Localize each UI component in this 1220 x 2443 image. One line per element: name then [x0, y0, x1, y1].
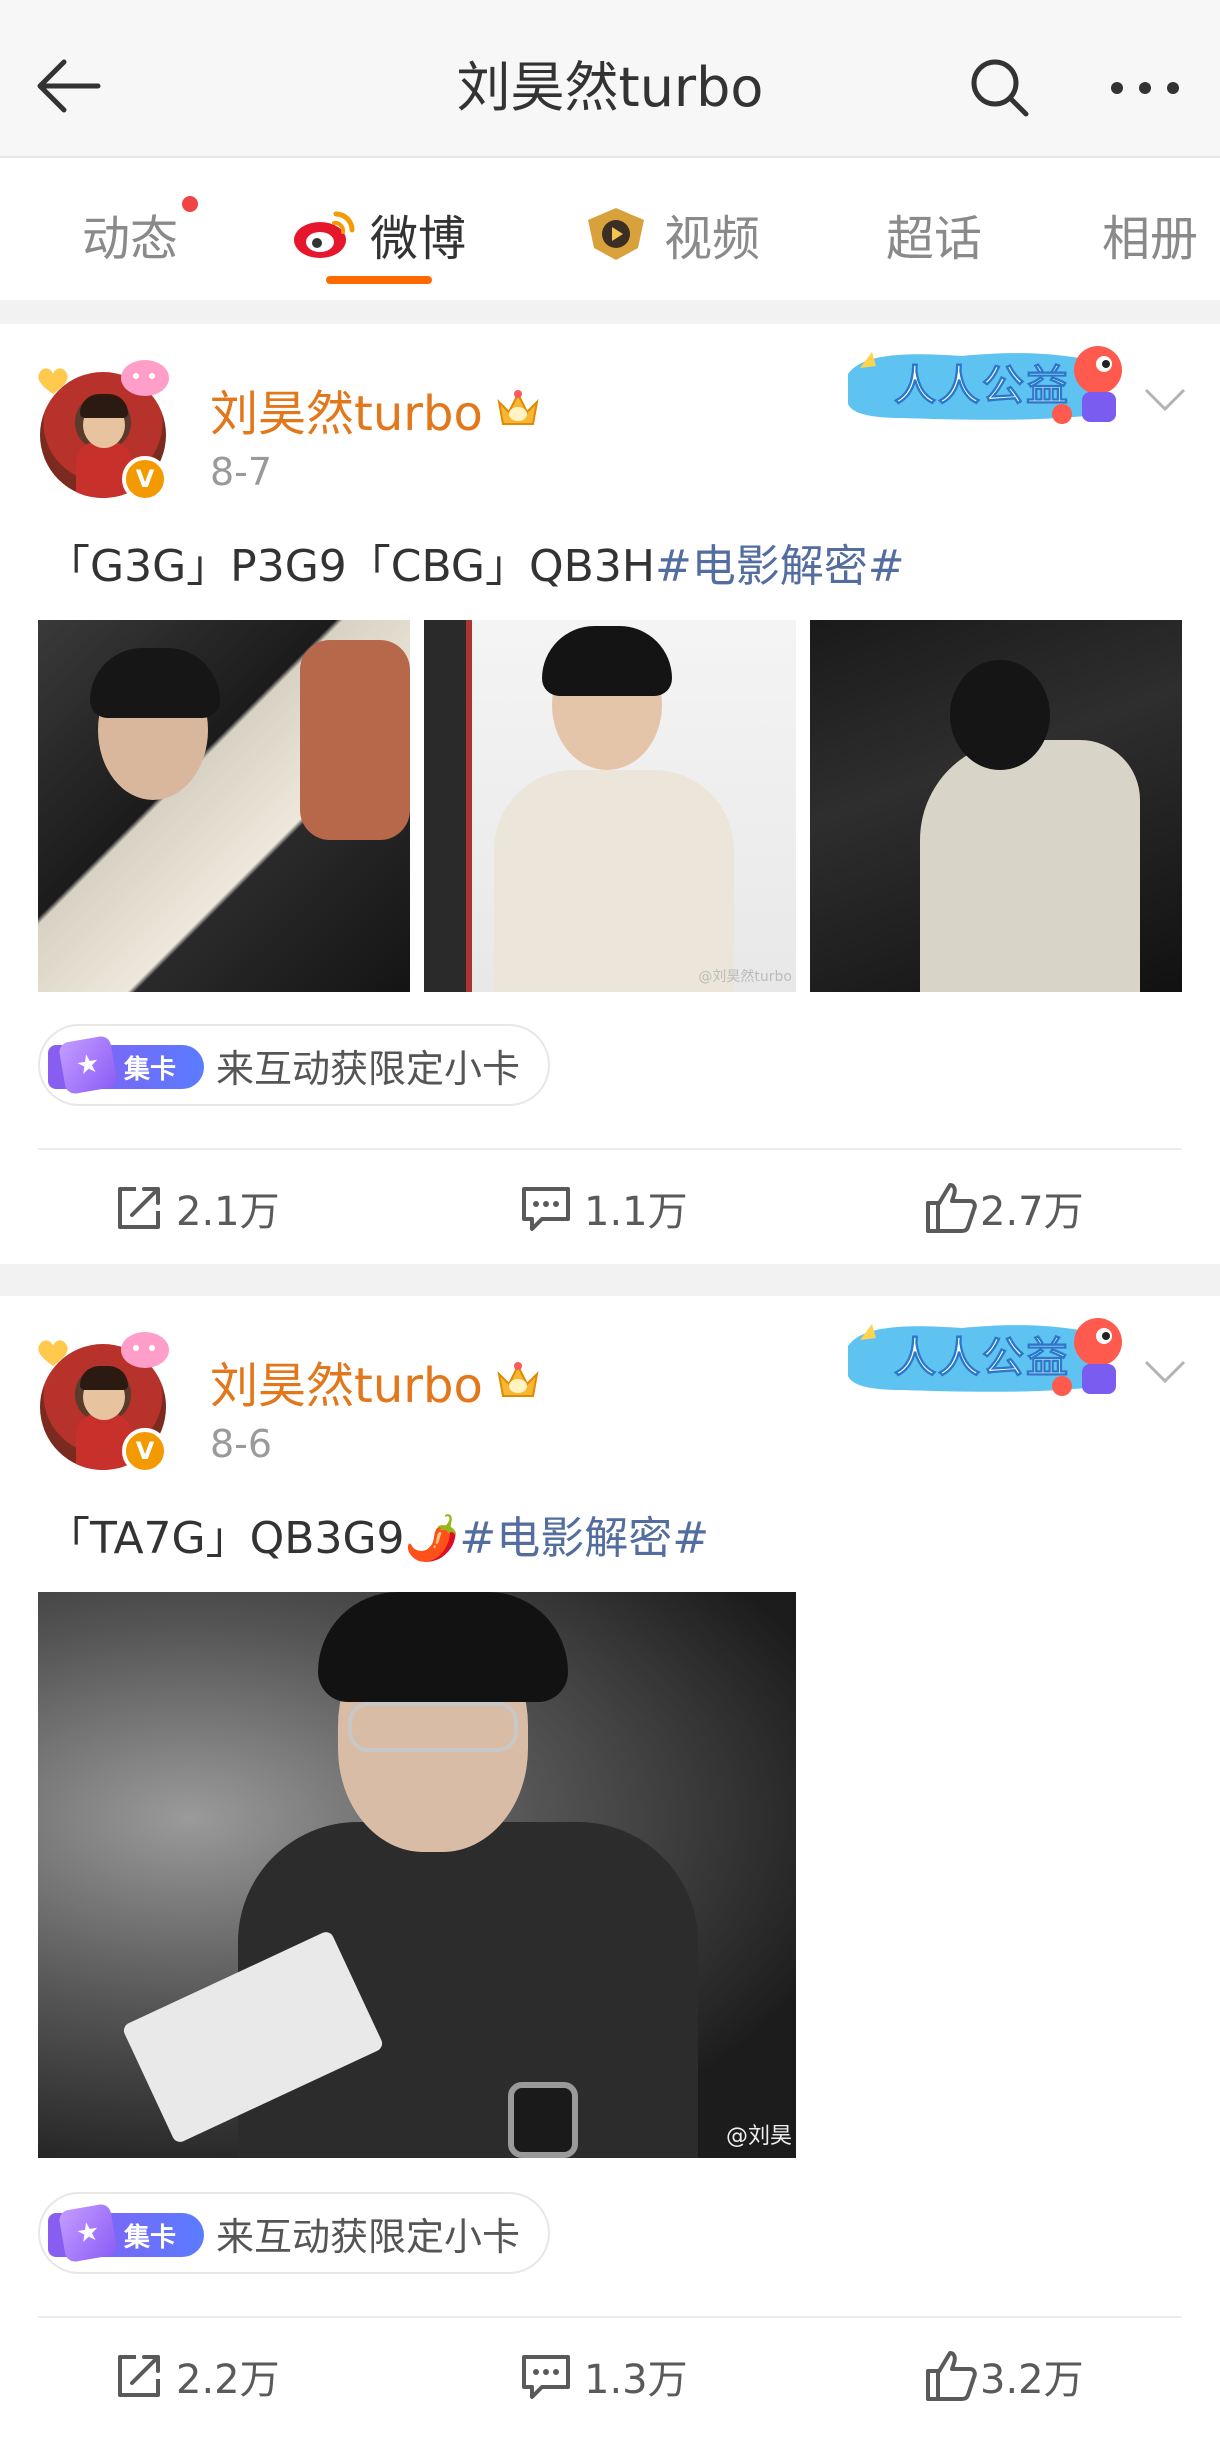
chevron-down-icon	[1144, 388, 1186, 412]
star-card-icon: ★	[57, 2202, 119, 2264]
more-icon	[1111, 82, 1179, 94]
like-count: 3.2万	[980, 2357, 1084, 2403]
divider	[38, 1148, 1182, 1150]
repost-count: 2.1万	[176, 1189, 280, 1235]
search-button[interactable]	[960, 48, 1040, 128]
collect-tag: ★ 集卡	[48, 2202, 204, 2264]
post-text: 「TA7G」QB3G9🌶️#电影解密#	[46, 1513, 710, 1564]
post-image[interactable]: @刘昊	[38, 1592, 796, 2158]
username[interactable]: 刘昊然turbo	[210, 1346, 541, 1416]
collect-card-button[interactable]: ★ 集卡 来互动获限定小卡	[38, 1024, 551, 1106]
collect-tag: ★ 集卡	[48, 1034, 204, 1096]
cloud-decoration-icon	[121, 1332, 169, 1368]
post-image[interactable]	[810, 620, 1182, 992]
post-card: V 刘昊然turbo 8-7 人人公益 「G3G」P3G9「CBG」QB3H#电…	[0, 324, 1220, 1264]
verified-badge-icon: V	[122, 1428, 168, 1474]
avatar[interactable]: V	[38, 360, 170, 502]
heart-decoration-icon	[38, 1340, 68, 1366]
post-date: 8-7	[210, 450, 273, 494]
weibo-logo-icon	[294, 211, 355, 258]
active-tab-indicator	[326, 276, 432, 284]
comment-icon	[522, 2355, 570, 2399]
tab-label: 微博	[370, 211, 467, 267]
comment-button[interactable]: 1.3万	[520, 2336, 688, 2416]
hashtag-link[interactable]: #电影解密#	[655, 541, 905, 592]
tab-label: 动态	[82, 211, 179, 267]
collect-text: 来互动获限定小卡	[216, 1046, 521, 1091]
tab-label: 超话	[886, 211, 983, 267]
tab-label: 相册	[1102, 211, 1199, 267]
collect-text: 来互动获限定小卡	[216, 2214, 521, 2259]
heart-decoration-icon	[38, 368, 68, 394]
thumbs-up-icon	[926, 2351, 977, 2401]
image-watermark: @刘昊	[725, 2124, 792, 2149]
repost-button[interactable]: 2.1万	[114, 1168, 280, 1248]
collect-card-button[interactable]: ★ 集卡 来互动获限定小卡	[38, 2192, 551, 2274]
post-date: 8-6	[210, 1422, 273, 1466]
repost-count: 2.2万	[176, 2357, 280, 2403]
star-card-icon: ★	[57, 1034, 119, 1096]
comment-button[interactable]: 1.1万	[520, 1168, 688, 1248]
comment-count: 1.3万	[584, 2357, 688, 2403]
post-menu-button[interactable]	[1140, 380, 1190, 420]
badge-text: 人人公益	[893, 361, 1071, 411]
tab-weibo[interactable]: 微博	[292, 194, 466, 274]
chevron-down-icon	[1144, 1360, 1186, 1384]
thumbs-up-icon	[926, 1183, 977, 1233]
post-menu-button[interactable]	[1140, 1352, 1190, 1392]
tab-album[interactable]: 相册	[1102, 194, 1198, 274]
top-nav-bar: 刘昊然turbo	[0, 0, 1220, 158]
comment-icon	[522, 1187, 570, 1231]
like-button[interactable]: 2.7万	[924, 1168, 1084, 1248]
video-shield-icon	[588, 208, 644, 260]
share-icon	[118, 2355, 160, 2397]
more-button[interactable]	[1100, 48, 1190, 128]
crown-icon	[497, 390, 539, 425]
verified-badge-icon: V	[122, 456, 168, 502]
tab-label: 视频	[664, 211, 761, 267]
cloud-decoration-icon	[121, 360, 169, 396]
divider	[38, 2316, 1182, 2318]
comment-count: 1.1万	[584, 1189, 688, 1235]
search-icon	[971, 59, 1029, 117]
like-count: 2.7万	[980, 1189, 1084, 1235]
post-image[interactable]	[38, 620, 410, 992]
hashtag-link[interactable]: #电影解密#	[459, 1513, 709, 1564]
post-card: V 刘昊然turbo 8-6 人人公益 「TA7G」QB3G9🌶️#电影解密# …	[0, 1296, 1220, 2443]
public-welfare-badge[interactable]: 人人公益	[842, 334, 1132, 430]
profile-tabs: 动态 微博 视频 超话 相册	[0, 158, 1220, 300]
like-button[interactable]: 3.2万	[924, 2336, 1084, 2416]
public-welfare-badge[interactable]: 人人公益	[842, 1306, 1132, 1402]
share-icon	[118, 1187, 160, 1229]
crown-icon	[497, 1362, 539, 1397]
tab-dynamics[interactable]: 动态	[82, 194, 198, 274]
tab-supertopic[interactable]: 超话	[886, 194, 982, 274]
notification-dot	[182, 196, 198, 212]
badge-text: 人人公益	[893, 1333, 1071, 1383]
username[interactable]: 刘昊然turbo	[210, 374, 541, 444]
avatar[interactable]: V	[38, 1332, 170, 1474]
image-watermark: @刘昊然turbo	[698, 969, 792, 985]
tab-video[interactable]: 视频	[584, 194, 760, 274]
repost-button[interactable]: 2.2万	[114, 2336, 280, 2416]
post-text: 「G3G」P3G9「CBG」QB3H#电影解密#	[46, 541, 905, 592]
post-image[interactable]: @刘昊然turbo	[424, 620, 796, 992]
